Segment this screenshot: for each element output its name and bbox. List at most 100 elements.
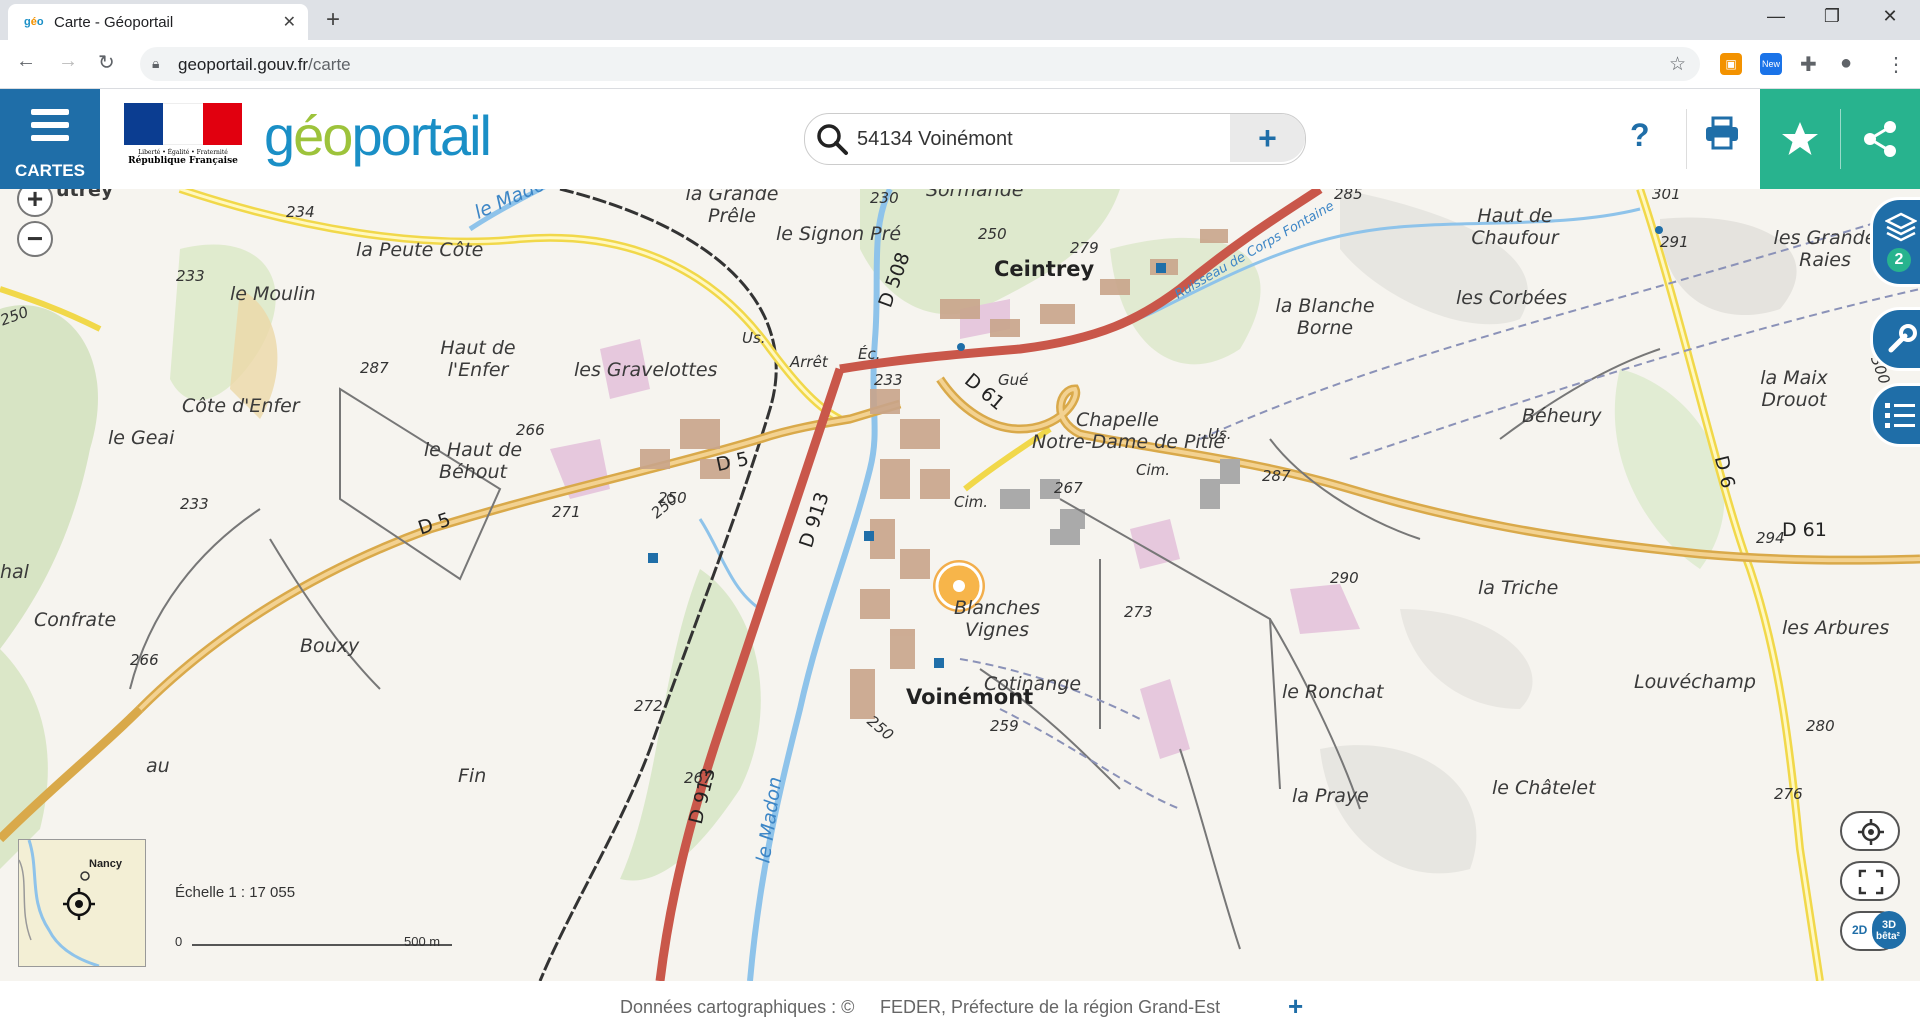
fullscreen-button[interactable] bbox=[1840, 861, 1900, 901]
map-place-label: Louvéchamp bbox=[1634, 671, 1756, 693]
browser-menu-icon[interactable]: ⋮ bbox=[1886, 52, 1906, 77]
map-elevation-label: 233 bbox=[874, 371, 903, 389]
map-road-label: D 61 bbox=[1782, 519, 1827, 541]
map-place-label: Bouxy bbox=[300, 635, 360, 657]
map-elevation-label: 272 bbox=[634, 697, 663, 715]
view-2d-3d-toggle[interactable]: 2D 3D bêta² bbox=[1840, 911, 1906, 951]
map-elevation-label: 279 bbox=[1070, 239, 1099, 257]
map-elevation-label: 266 bbox=[130, 651, 159, 669]
geoportail-header: CARTES Liberté • Égalité • Fraternité Ré… bbox=[0, 89, 1920, 189]
map-elevation-label: 285 bbox=[1334, 189, 1363, 203]
legend-button[interactable] bbox=[1870, 383, 1920, 447]
search-icon[interactable] bbox=[815, 122, 849, 156]
view-beta-label: bêta² bbox=[1876, 931, 1900, 942]
map-place-label: la Maix Drouot bbox=[1760, 367, 1828, 411]
profile-avatar-icon[interactable]: ● bbox=[1840, 52, 1852, 75]
extension-bag-icon[interactable]: ▣ bbox=[1720, 53, 1742, 75]
layers-count-badge: 2 bbox=[1887, 248, 1911, 272]
advanced-search-button[interactable]: + bbox=[1230, 114, 1305, 162]
back-arrow-icon[interactable]: ← bbox=[16, 50, 36, 73]
close-window-button[interactable]: ✕ bbox=[1870, 6, 1910, 27]
share-icon[interactable] bbox=[1860, 119, 1900, 159]
wrench-icon bbox=[1888, 324, 1917, 353]
map-elevation-label: 273 bbox=[1124, 603, 1153, 621]
map-place-label: utrey bbox=[56, 189, 114, 201]
attribution-label: Données cartographiques : © bbox=[620, 997, 855, 1017]
cartes-menu-label: CARTES bbox=[15, 161, 85, 180]
minimap-city-label: Nancy bbox=[89, 858, 123, 870]
map-place-label: Confrate bbox=[34, 609, 117, 631]
bookmark-star-icon[interactable]: ☆ bbox=[1669, 53, 1686, 76]
map-place-label: Fin bbox=[458, 765, 487, 787]
map-elevation-label: 234 bbox=[286, 203, 315, 221]
map-place-label: le Châtelet bbox=[1492, 777, 1596, 799]
map-place-label: les Arbures bbox=[1782, 617, 1890, 639]
map-place-label: Haut de Chaufour bbox=[1471, 205, 1559, 249]
tab-title: Carte - Géoportail bbox=[54, 14, 174, 31]
extension-new-icon[interactable]: New bbox=[1760, 53, 1782, 75]
attribution-more-button[interactable]: + bbox=[1288, 991, 1303, 1022]
header-divider bbox=[1686, 109, 1687, 169]
print-icon[interactable] bbox=[1704, 115, 1740, 151]
geoportail-logo[interactable]: géoportail bbox=[264, 103, 492, 168]
scale-label: Échelle 1 : 17 055 bbox=[175, 884, 296, 901]
search-bar[interactable]: 54134 Voinémont + bbox=[804, 113, 1306, 165]
url-text: geoportail.gouv.fr/carte bbox=[178, 55, 351, 74]
map-place-label: la Triche bbox=[1478, 577, 1559, 599]
tools-button[interactable] bbox=[1870, 307, 1920, 371]
map-elevation-label: 291 bbox=[1660, 233, 1689, 251]
view-3d-label: 3D bbox=[1882, 919, 1897, 931]
search-input[interactable]: 54134 Voinémont bbox=[857, 128, 1013, 151]
map-elevation-label: 233 bbox=[180, 495, 209, 513]
scale-distance-label: 500 m bbox=[404, 934, 441, 949]
map-base-layer bbox=[0, 189, 1920, 981]
favorite-star-icon[interactable] bbox=[1780, 119, 1820, 159]
map-elevation-label: 301 bbox=[1652, 189, 1681, 203]
map-small-label: Éc. bbox=[858, 345, 881, 363]
browser-tab[interactable]: géo Carte - Géoportail ✕ bbox=[8, 4, 308, 40]
map-place-label: les Gravelottes bbox=[574, 359, 718, 381]
map-place-label: la Praye bbox=[1292, 785, 1369, 807]
map-place-label: Blanches Vignes bbox=[953, 597, 1041, 641]
reload-icon[interactable]: ↻ bbox=[98, 50, 115, 75]
map-place-label: Côte d'Enfer bbox=[182, 395, 300, 417]
map-place-label: la Peute Côte bbox=[356, 239, 484, 261]
address-bar[interactable]: 🔒︎ geoportail.gouv.fr/carte ☆ bbox=[140, 47, 1700, 81]
map-place-label: le Haut de Béhout bbox=[423, 439, 523, 483]
extensions-puzzle-icon[interactable]: ✚ bbox=[1800, 52, 1817, 77]
cartes-menu-button[interactable]: CARTES bbox=[0, 89, 100, 189]
map-place-label: Cotinange bbox=[984, 673, 1082, 695]
map-elevation-label: 233 bbox=[176, 267, 205, 285]
minimize-window-button[interactable]: — bbox=[1756, 6, 1796, 27]
geolocate-button[interactable] bbox=[1840, 811, 1900, 851]
lock-icon: 🔒︎ bbox=[152, 55, 160, 71]
layers-manager-button[interactable]: 2 bbox=[1870, 197, 1920, 287]
map-place-label: le Geai bbox=[108, 427, 175, 449]
map-place-label: au bbox=[146, 755, 170, 777]
map-elevation-label: 280 bbox=[1806, 717, 1835, 735]
fullscreen-icon bbox=[1858, 869, 1884, 895]
map-small-label: Cim. bbox=[1136, 461, 1171, 479]
map-place-label: le Ronchat bbox=[1282, 681, 1384, 703]
browser-tab-bar: géo Carte - Géoportail ✕ + — ❐ ✕ bbox=[0, 0, 1920, 40]
scale-zero-label: 0 bbox=[175, 934, 183, 949]
attribution-sources[interactable]: FEDER, Préfecture de la région Grand-Est bbox=[880, 997, 1220, 1018]
map-place-label: le Moulin bbox=[230, 283, 316, 305]
map-view[interactable]: Ceintrey Voinémont la Grande Prêle Sorma… bbox=[0, 189, 1920, 981]
help-button[interactable]: ? bbox=[1630, 117, 1650, 154]
header-actions bbox=[1760, 89, 1920, 189]
republique-francaise-logo: Liberté • Égalité • Fraternité Républiqu… bbox=[124, 103, 242, 177]
new-tab-button[interactable]: + bbox=[326, 6, 340, 34]
map-elevation-label: 267 bbox=[1054, 479, 1083, 497]
map-place-label: le Signon Pré bbox=[776, 223, 902, 245]
crosshair-icon bbox=[1858, 819, 1884, 845]
geoportail-favicon-icon: géo bbox=[24, 16, 44, 28]
forward-arrow-icon[interactable]: → bbox=[58, 50, 78, 73]
overview-minimap[interactable]: Nancy bbox=[18, 839, 146, 968]
tab-close-icon[interactable]: ✕ bbox=[283, 12, 296, 32]
map-town-label: Ceintrey bbox=[994, 257, 1095, 281]
map-small-label: Arrêt bbox=[790, 353, 828, 371]
zoom-out-button[interactable]: − bbox=[17, 221, 53, 257]
restore-window-button[interactable]: ❐ bbox=[1812, 6, 1852, 27]
map-elevation-label: 276 bbox=[1774, 785, 1803, 803]
